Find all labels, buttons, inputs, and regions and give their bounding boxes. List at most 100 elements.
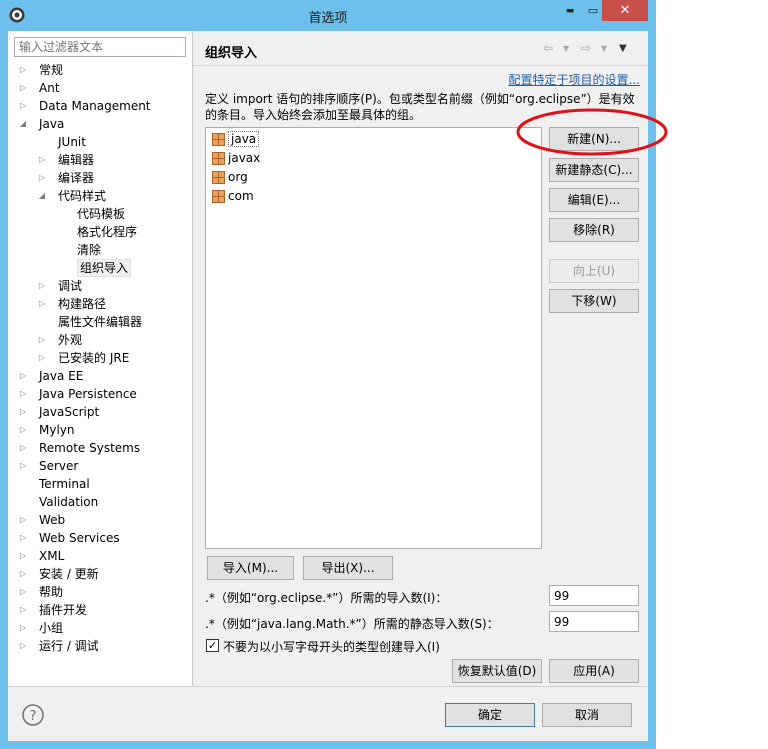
tree-item-label: 编辑器	[58, 153, 95, 167]
back-icon[interactable]: ⇦	[543, 41, 553, 55]
expand-icon[interactable]: ▷	[18, 637, 28, 655]
tree-item-label: 安装 / 更新	[39, 567, 99, 581]
tree-item-label: 属性文件编辑器	[58, 315, 143, 329]
static-import-count-input[interactable]	[549, 611, 639, 632]
forward-icon[interactable]: ⇨	[581, 41, 591, 55]
collapse-icon[interactable]: ◢	[37, 187, 47, 205]
package-icon	[212, 132, 225, 146]
package-icon	[212, 189, 225, 203]
project-specific-settings-link[interactable]: 配置特定于项目的设置...	[509, 71, 640, 88]
page-title: 组织导入	[205, 46, 258, 61]
ok-button[interactable]: 确定	[445, 703, 535, 727]
maximize-button[interactable]: ▭	[584, 0, 602, 21]
move-up-button[interactable]: 向上(U)	[549, 259, 639, 283]
history-navigation: ⇦ ▼ ⇨ ▼ ▼	[543, 41, 638, 57]
navigation-panel: ▷ 常规 ▷ Ant ▷ Data Management ◢ Java JUnit ▷ 编辑器 ▷ 编译…	[8, 31, 193, 686]
expand-icon[interactable]: ▷	[37, 169, 47, 187]
expand-icon[interactable]: ▷	[18, 619, 28, 637]
expand-icon[interactable]: ▷	[18, 529, 28, 547]
tree-item-label: Server	[39, 459, 79, 473]
expand-icon[interactable]: ▷	[18, 421, 28, 439]
expand-icon[interactable]: ▷	[18, 61, 28, 79]
package-label: com	[228, 189, 254, 203]
tree-item-label: 常规	[39, 63, 64, 77]
forward-menu-icon[interactable]: ▼	[601, 44, 607, 53]
import-count-label: .*（例如“org.eclipse.*”）所需的导入数(I)：	[205, 591, 448, 605]
view-menu-icon[interactable]: ▼	[619, 43, 627, 54]
import-button[interactable]: 导入(M)...	[207, 556, 294, 580]
move-down-button[interactable]: 下移(W)	[549, 289, 639, 313]
tree-item-label: JavaScript	[39, 405, 100, 419]
collapse-icon[interactable]: ◢	[18, 115, 28, 133]
list-item[interactable]: com	[212, 187, 254, 205]
tree-item-label: JUnit	[58, 135, 86, 149]
expand-icon[interactable]: ▷	[18, 439, 28, 457]
tree-item-label: Java EE	[39, 369, 84, 383]
expand-icon[interactable]: ▷	[18, 403, 28, 421]
expand-icon[interactable]: ▷	[18, 457, 28, 475]
tree-item-label: 清除	[77, 243, 102, 257]
tree-item-label: Validation	[39, 495, 99, 509]
close-button[interactable]: ✕	[602, 0, 648, 21]
expand-icon[interactable]: ▷	[18, 547, 28, 565]
tree-item-label: Mylyn	[39, 423, 75, 437]
tree-item-label: 代码样式	[58, 189, 107, 203]
expand-icon[interactable]: ▷	[37, 331, 47, 349]
import-count-input[interactable]	[549, 585, 639, 606]
expand-icon[interactable]: ▷	[18, 97, 28, 115]
svg-text:?: ?	[30, 709, 37, 724]
close-icon: ✕	[619, 3, 631, 18]
expand-icon[interactable]: ▷	[18, 385, 28, 403]
package-icon	[212, 151, 225, 165]
edit-button[interactable]: 编辑(E)...	[549, 188, 639, 212]
restore-defaults-button[interactable]: 恢复默认值(D)	[452, 659, 542, 683]
apply-button[interactable]: 应用(A)	[549, 659, 639, 683]
list-item[interactable]: java	[212, 130, 260, 148]
expand-icon[interactable]: ▷	[18, 367, 28, 385]
tree-item-label: 运行 / 调试	[39, 639, 99, 653]
import-order-list[interactable]: java javax org com	[205, 127, 542, 549]
package-label: javax	[228, 151, 261, 165]
expand-icon[interactable]: ▷	[18, 565, 28, 583]
tree-item-label: Java	[39, 117, 65, 131]
tree-item-label: Ant	[39, 81, 60, 95]
expand-icon[interactable]: ▷	[37, 295, 47, 313]
minimize-button[interactable]: ▬	[556, 0, 584, 21]
expand-icon[interactable]: ▷	[37, 277, 47, 295]
tree-item-label: 格式化程序	[77, 225, 138, 239]
expand-icon[interactable]: ▷	[18, 511, 28, 529]
expand-icon[interactable]: ▷	[37, 349, 47, 367]
tree-item-label: Java Persistence	[39, 387, 137, 401]
tree-item-label: 调试	[58, 279, 83, 293]
lowercase-label: 不要为以小写字母开头的类型创建导入(I)	[223, 640, 440, 654]
minimize-icon: ▬	[565, 5, 575, 16]
tree-item-label: 插件开发	[39, 603, 88, 617]
filter-input[interactable]	[14, 37, 186, 57]
remove-button[interactable]: 移除(R)	[549, 218, 639, 242]
tree-item-label: 组织导入	[77, 259, 132, 277]
expand-icon[interactable]: ▷	[18, 601, 28, 619]
expand-icon[interactable]: ▷	[18, 583, 28, 601]
lowercase-checkbox[interactable]: ✓	[206, 639, 219, 652]
maximize-icon: ▭	[587, 4, 599, 17]
tree-item-label: 代码模板	[77, 207, 126, 221]
package-icon	[212, 170, 225, 184]
help-icon[interactable]: ?	[22, 704, 44, 726]
list-item[interactable]: org	[212, 168, 248, 186]
cancel-button[interactable]: 取消	[542, 703, 632, 727]
package-label: org	[228, 170, 248, 184]
new-static-button[interactable]: 新建静态(C)...	[549, 158, 639, 182]
export-button[interactable]: 导出(X)...	[303, 556, 393, 580]
list-item[interactable]: javax	[212, 149, 260, 167]
new-button[interactable]: 新建(N)...	[549, 127, 639, 151]
tree-item-label: XML	[39, 549, 65, 563]
tree-item-label: Data Management	[39, 99, 151, 113]
expand-icon[interactable]: ▷	[37, 151, 47, 169]
back-menu-icon[interactable]: ▼	[563, 44, 569, 53]
tree-item-label: 编译器	[58, 171, 95, 185]
expand-icon[interactable]: ▷	[18, 79, 28, 97]
tree-item-label: 已安装的 JRE	[58, 351, 130, 365]
page-description: 定义 import 语句的排序顺序(P)。包或类型名前缀（例如“org.ecli…	[205, 92, 635, 122]
tree-item-label: 构建路径	[58, 297, 107, 311]
title-separator	[193, 65, 648, 66]
